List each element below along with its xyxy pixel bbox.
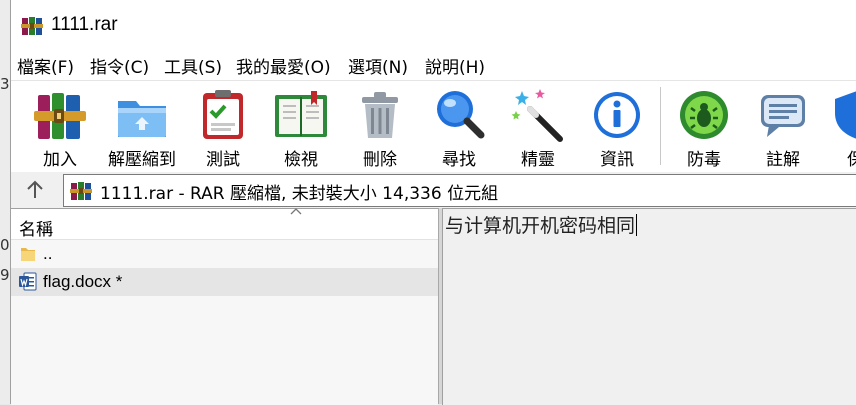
protect-button[interactable]: 保	[823, 85, 856, 169]
extract-folder-icon	[118, 101, 166, 137]
protect-button-label: 保	[847, 150, 856, 169]
wizard-wand-icon	[511, 89, 563, 142]
sort-ascending-icon	[290, 208, 302, 215]
trash-icon	[362, 92, 398, 138]
column-header-name[interactable]: 名稱	[11, 208, 438, 240]
title-bar[interactable]: 1111.rar	[11, 0, 856, 48]
winrar-books-icon	[70, 182, 92, 200]
menu-help[interactable]: 說明(H)	[425, 53, 485, 78]
delete-button[interactable]: 刪除	[343, 85, 417, 170]
add-button-label: 加入	[43, 150, 77, 170]
list-item-name: ..	[43, 244, 53, 263]
address-bar: 1111.rar - RAR 壓縮檔, 未封裝大小 14,336 位元組	[11, 172, 856, 208]
list-item-selected[interactable]: flag.docx *	[11, 268, 438, 296]
info-icon	[594, 92, 640, 138]
menu-file[interactable]: 檔案(F)	[17, 53, 74, 78]
virus-scan-button-label: 防毒	[687, 150, 721, 170]
comment-button[interactable]: 註解	[746, 85, 820, 170]
winrar-window: 1111.rar 檔案(F) 指令(C) 工具(S) 我的最愛(O) 選項(N)…	[10, 0, 856, 405]
address-field[interactable]: 1111.rar - RAR 壓縮檔, 未封裝大小 14,336 位元組	[63, 174, 856, 207]
info-button[interactable]: 資訊	[580, 85, 654, 170]
background-text-fragment: 9	[0, 266, 10, 284]
up-arrow-icon[interactable]	[23, 178, 47, 202]
winrar-books-icon	[21, 17, 43, 35]
text-caret	[636, 214, 638, 236]
view-button[interactable]: 檢視	[264, 85, 338, 170]
view-button-label: 檢視	[284, 150, 318, 170]
wizard-button-label: 精靈	[521, 150, 555, 170]
wizard-button[interactable]: 精靈	[501, 85, 575, 170]
window-title: 1111.rar	[51, 14, 118, 35]
list-item-name: flag.docx *	[43, 272, 123, 291]
comment-pane[interactable]: 与计算机开机密码相同	[442, 208, 856, 405]
comment-text: 与计算机开机密码相同	[445, 214, 638, 237]
menu-commands[interactable]: 指令(C)	[90, 53, 149, 78]
extract-to-button[interactable]: 解壓縮到	[101, 85, 183, 170]
word-doc-icon	[19, 272, 37, 291]
virus-scan-icon	[680, 91, 728, 139]
test-button-label: 測試	[206, 150, 240, 170]
list-item[interactable]: ..	[11, 240, 438, 268]
info-button-label: 資訊	[600, 150, 634, 170]
protect-icon	[835, 91, 856, 139]
column-name-label: 名稱	[19, 220, 53, 240]
add-button[interactable]: 加入	[23, 85, 97, 170]
view-book-icon	[275, 91, 327, 137]
file-list: 名稱 .. flag.docx *	[11, 208, 438, 405]
menu-favorites[interactable]: 我的最愛(O)	[236, 53, 331, 78]
toolbar: 加入 解壓縮到 測試 檢視 刪除 尋找 精靈 資訊 防毒 註解 保	[11, 80, 856, 174]
comment-icon	[761, 95, 805, 137]
test-checklist-icon	[203, 90, 243, 139]
comment-button-label: 註解	[766, 150, 800, 170]
extract-to-button-label: 解壓縮到	[108, 150, 176, 170]
virus-scan-button[interactable]: 防毒	[667, 85, 741, 170]
menu-options[interactable]: 選項(N)	[348, 53, 408, 78]
menu-bar: 檔案(F) 指令(C) 工具(S) 我的最愛(O) 選項(N) 說明(H)	[11, 48, 856, 80]
address-text: 1111.rar - RAR 壓縮檔, 未封裝大小 14,336 位元組	[100, 184, 499, 204]
toolbar-separator	[660, 87, 661, 165]
test-button[interactable]: 測試	[186, 85, 260, 170]
delete-button-label: 刪除	[363, 150, 397, 170]
find-button[interactable]: 尋找	[422, 85, 496, 170]
find-button-label: 尋找	[442, 150, 476, 170]
add-archive-icon	[34, 93, 86, 139]
parent-folder-icon	[21, 248, 35, 261]
menu-tools[interactable]: 工具(S)	[164, 53, 222, 78]
find-magnifier-icon	[437, 91, 485, 139]
